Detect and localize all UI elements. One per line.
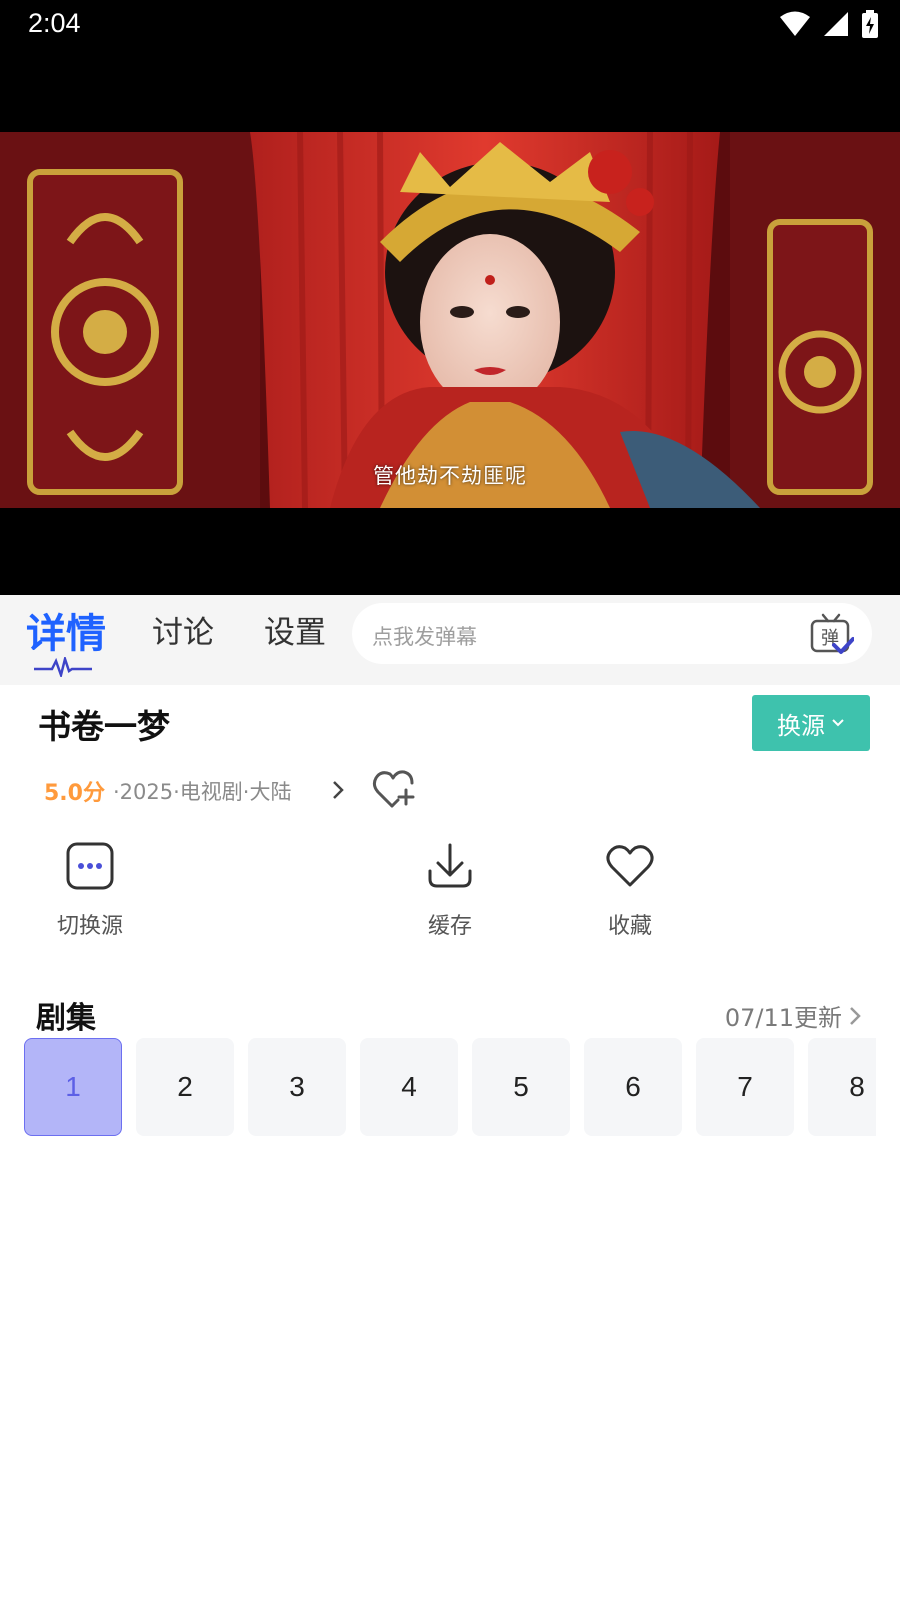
chevron-right-icon[interactable] xyxy=(330,779,346,801)
episode-button-1[interactable]: 1 xyxy=(24,1038,122,1136)
change-source-label: 换源 xyxy=(777,711,825,740)
episode-button-3[interactable]: 3 xyxy=(248,1038,346,1136)
chevron-right-icon xyxy=(850,1006,861,1025)
video-scene-image xyxy=(0,132,900,508)
signal-icon xyxy=(824,12,848,36)
episodes-title: 剧集 xyxy=(36,1001,96,1036)
download-icon xyxy=(428,843,472,888)
video-player[interactable]: 管他劫不劫匪呢 xyxy=(0,50,900,595)
episodes-update-link[interactable]: 07/11更新 xyxy=(725,998,862,1033)
status-bar: 2:04 xyxy=(0,0,900,50)
show-meta[interactable]: 5.0分 ·2025·电视剧·大陆 xyxy=(44,776,291,806)
battery-icon xyxy=(862,10,878,38)
cache-action[interactable]: 缓存 xyxy=(390,838,510,940)
detail-tabbar: 详情 讨论 设置 点我发弹幕 弹 xyxy=(0,595,900,685)
tab-active-indicator xyxy=(34,657,92,677)
status-icons xyxy=(780,10,878,38)
wifi-icon xyxy=(780,11,810,36)
change-source-button[interactable]: 换源 xyxy=(752,695,870,751)
add-favorite-heart-icon[interactable] xyxy=(372,768,416,810)
switch-source-action[interactable]: 切换源 xyxy=(30,838,150,940)
heart-icon xyxy=(606,845,654,887)
video-subtitle: 管他劫不劫匪呢 xyxy=(373,464,527,488)
episode-button-4[interactable]: 4 xyxy=(360,1038,458,1136)
episode-button-7[interactable]: 7 xyxy=(696,1038,794,1136)
tab-discussion[interactable]: 讨论 xyxy=(152,607,214,652)
status-time: 2:04 xyxy=(28,8,81,38)
switch-source-label: 切换源 xyxy=(56,914,123,939)
danmaku-placeholder: 点我发弹幕 xyxy=(372,625,477,649)
tab-settings[interactable]: 设置 xyxy=(264,607,326,652)
favorite-label: 收藏 xyxy=(607,914,652,939)
episodes-update-text: 07/11更新 xyxy=(724,1004,842,1032)
danmaku-toggle-icon[interactable]: 弹 xyxy=(810,613,854,655)
video-frame[interactable]: 管他劫不劫匪呢 xyxy=(0,132,900,508)
episode-button-8[interactable]: 8 xyxy=(808,1038,876,1136)
show-title: 书卷一梦 xyxy=(38,707,170,746)
chevron-down-icon xyxy=(832,719,844,727)
favorite-action[interactable]: 收藏 xyxy=(570,838,690,940)
tab-details[interactable]: 详情 xyxy=(26,601,106,659)
show-meta-info: ·2025·电视剧·大陆 xyxy=(112,780,292,804)
danmaku-input[interactable]: 点我发弹幕 弹 xyxy=(352,603,872,664)
episode-button-5[interactable]: 5 xyxy=(472,1038,570,1136)
cache-label: 缓存 xyxy=(427,914,472,939)
episode-button-2[interactable]: 2 xyxy=(136,1038,234,1136)
show-score: 5.0分 xyxy=(44,781,105,806)
episode-button-6[interactable]: 6 xyxy=(584,1038,682,1136)
more-icon xyxy=(66,842,114,890)
episode-list[interactable]: 1 2 3 4 5 6 7 8 xyxy=(24,1038,876,1138)
